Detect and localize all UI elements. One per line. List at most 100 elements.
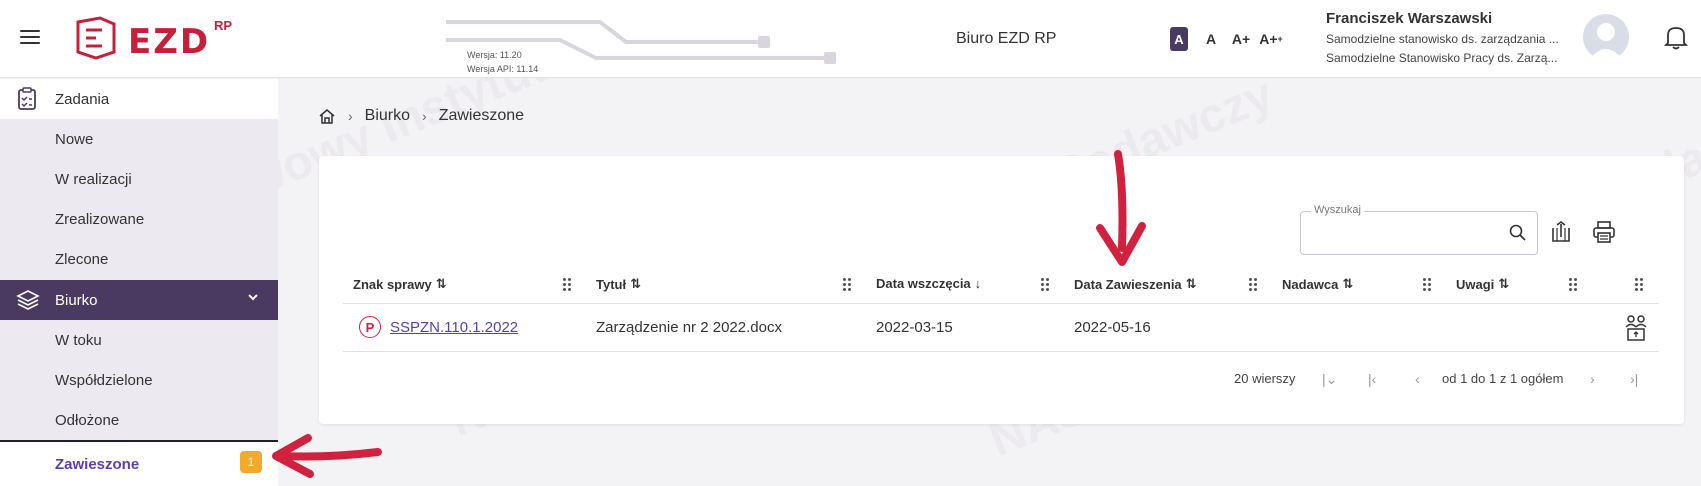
office-name[interactable]: Biuro EZD RP: [956, 30, 1056, 48]
column-header-uwagi[interactable]: Uwagi ⇅: [1456, 276, 1509, 292]
sidebar-item-label: W toku: [55, 331, 102, 349]
column-header-data-wszczecia[interactable]: Data wszczęcia ↓: [876, 276, 981, 291]
user-avatar-icon: [1589, 23, 1623, 60]
user-info[interactable]: Franciszek Warszawski Samodzielne stanow…: [1326, 10, 1576, 70]
sidebar-item-biurko[interactable]: Biurko: [0, 280, 278, 320]
app-logo[interactable]: EZD RP: [74, 16, 232, 65]
search-icon[interactable]: [1509, 224, 1527, 242]
people-share-icon[interactable]: [1623, 314, 1649, 342]
sort-both-icon: ⇅: [1342, 276, 1354, 291]
sidebar-item-label: Zrealizowane: [55, 210, 145, 228]
table-header: Znak sprawy ⇅ Tytuł ⇅ Data wszczęcia ↓ D…: [343, 268, 1659, 304]
sidebar-item-wspoldzielone[interactable]: Współdzielone: [0, 360, 278, 400]
sidebar-item-label: Zadania: [55, 90, 110, 108]
annotation-arrow-left-icon: [272, 434, 382, 478]
next-page-icon[interactable]: ›: [1590, 371, 1595, 387]
sidebar-item-label: Nowe: [55, 130, 94, 148]
sidebar-item-nowe[interactable]: Nowe: [0, 119, 278, 159]
breadcrumb-item-zawieszone: Zawieszone: [438, 107, 525, 124]
search-input[interactable]: [1309, 222, 1489, 246]
app-header: EZD RP Wersja: 11.20 Wersja API: 11.14 B…: [0, 0, 1701, 78]
case-type-marker: P: [359, 316, 381, 338]
version-info: Wersja: 11.20 Wersja API: 11.14: [440, 14, 840, 74]
drag-handle-icon[interactable]: [1635, 278, 1643, 292]
chevron-down-icon: [248, 294, 258, 301]
sidebar-item-zadania[interactable]: Zadania: [0, 79, 278, 119]
layers-icon: [16, 290, 40, 310]
column-header-tytul[interactable]: Tytuł ⇅: [596, 276, 641, 292]
font-size-default[interactable]: A: [1170, 27, 1188, 51]
sidebar-item-zawieszone[interactable]: Zawieszone 1: [0, 440, 278, 486]
suspend-date-cell: 2022-05-16: [1074, 319, 1151, 336]
sort-desc-icon: ↓: [974, 276, 982, 291]
column-settings-icon[interactable]: [1550, 221, 1572, 243]
drag-handle-icon[interactable]: [1569, 278, 1577, 292]
rows-per-page: 20 wierszy: [1234, 371, 1296, 386]
user-position: Samodzielne Stanowisko Pracy ds. Zarzą..…: [1326, 51, 1558, 65]
user-position: Samodzielne stanowisko ds. zarządzania .…: [1326, 32, 1559, 46]
sidebar-item-label: Zawieszone: [55, 455, 140, 473]
cases-table-card: Wyszukaj Znak sprawy ⇅ Tytuł ⇅ Data wszc…: [319, 156, 1684, 424]
notifications-bell-icon[interactable]: [1663, 24, 1689, 55]
column-header-nadawca[interactable]: Nadawca ⇅: [1282, 276, 1353, 292]
breadcrumb: › Biurko › Zawieszone: [318, 107, 524, 125]
sort-both-icon: ⇅: [435, 276, 447, 291]
previous-page-icon[interactable]: ‹: [1415, 371, 1420, 387]
print-icon[interactable]: [1592, 221, 1616, 243]
sidebar-item-w-toku[interactable]: W toku: [0, 320, 278, 360]
drag-handle-icon[interactable]: [1041, 278, 1049, 292]
case-number-cell: SSPZN.110.1.2022: [390, 319, 518, 336]
title-cell: Zarządzenie nr 2 2022.docx: [596, 319, 782, 336]
sidebar-item-label: Odłożone: [55, 411, 120, 429]
table-row[interactable]: P SSPZN.110.1.2022 Zarządzenie nr 2 2022…: [343, 304, 1659, 352]
drag-handle-icon[interactable]: [1423, 278, 1431, 292]
sidebar-item-odlozone[interactable]: Odłożone: [0, 400, 278, 440]
drag-handle-icon[interactable]: [563, 278, 571, 292]
logo-sup: RP: [214, 18, 233, 33]
sidebar: Zadania Nowe W realizacji Zrealizowane Z…: [0, 79, 278, 486]
start-date-cell: 2022-03-15: [876, 319, 953, 336]
clipboard-check-icon: [18, 87, 36, 110]
first-page-icon[interactable]: |‹: [1368, 371, 1376, 387]
font-size-large[interactable]: A+: [1226, 27, 1256, 51]
column-title: Tytuł: [596, 276, 627, 292]
count-badge: 1: [240, 451, 262, 473]
sidebar-item-zrealizowane[interactable]: Zrealizowane: [0, 199, 278, 239]
column-header-znak-sprawy[interactable]: Znak sprawy ⇅: [353, 276, 447, 292]
column-title: Znak sprawy: [353, 276, 432, 292]
drag-handle-icon[interactable]: [843, 278, 851, 292]
font-size-normal[interactable]: A: [1196, 27, 1226, 51]
sidebar-item-label: Biurko: [55, 291, 98, 309]
font-size-switcher: A A A+ A+ +: [1170, 27, 1286, 51]
pagination-range: od 1 do 1 z 1 ogółem: [1442, 371, 1564, 386]
search-label: Wyszukaj: [1311, 204, 1364, 216]
column-title: Nadawca: [1282, 276, 1339, 292]
column-header-data-zawieszenia[interactable]: Data Zawieszenia ⇅: [1074, 276, 1197, 292]
sidebar-item-label: Zlecone: [55, 250, 109, 268]
last-page-icon[interactable]: ›|: [1630, 371, 1638, 387]
column-title: Uwagi: [1456, 276, 1495, 292]
user-name: Franciszek Warszawski: [1326, 10, 1493, 27]
avatar[interactable]: [1583, 14, 1629, 60]
sidebar-item-label: W realizacji: [55, 170, 132, 188]
home-icon[interactable]: [318, 108, 336, 124]
column-title: Data wszczęcia: [876, 276, 971, 291]
sidebar-item-w-realizacji[interactable]: W realizacji: [0, 159, 278, 199]
pagination: 20 wierszy |⌄ |‹ ‹ od 1 do 1 z 1 ogółem …: [319, 371, 1684, 391]
sort-both-icon: ⇅: [1185, 276, 1197, 291]
rows-per-page-dropdown-icon[interactable]: |⌄: [1322, 371, 1337, 388]
menu-icon[interactable]: [20, 30, 40, 46]
column-title: Data Zawieszenia: [1074, 276, 1182, 292]
breadcrumb-item-biurko[interactable]: Biurko: [365, 107, 410, 125]
sidebar-item-label: Współdzielone: [55, 371, 153, 389]
sort-both-icon: ⇅: [1498, 276, 1510, 291]
app-version: Wersja: 11.20: [467, 50, 522, 60]
font-size-xlarge[interactable]: A+ +: [1256, 27, 1286, 51]
drag-handle-icon[interactable]: [1249, 278, 1257, 292]
breadcrumb-separator: ›: [422, 108, 427, 124]
font-size-xlarge-label: A+: [1259, 31, 1278, 47]
sidebar-item-zlecone[interactable]: Zlecone: [0, 239, 278, 279]
sort-both-icon: ⇅: [630, 276, 641, 291]
logo-text: EZD: [128, 22, 211, 62]
case-number-link[interactable]: SSPZN.110.1.2022: [390, 319, 518, 336]
